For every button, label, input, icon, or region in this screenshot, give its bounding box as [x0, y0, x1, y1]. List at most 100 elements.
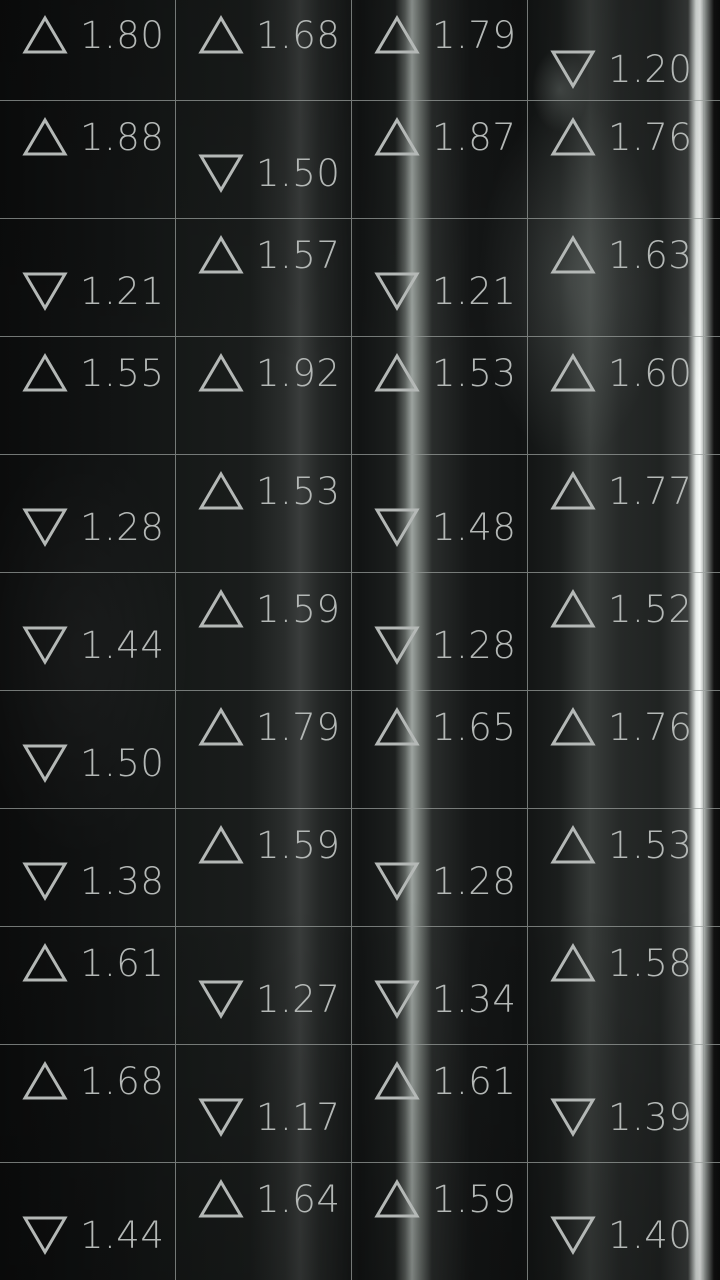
- tick-indicator: 1.20: [550, 49, 692, 89]
- tick-value: 1.61: [80, 941, 165, 985]
- tick-indicator: 1.65: [374, 707, 516, 747]
- tick-value: 1.92: [256, 351, 341, 395]
- triangle-down-icon: [22, 508, 68, 547]
- tick-indicator: 1.59: [198, 825, 340, 865]
- tick-indicator: 1.92: [198, 353, 340, 393]
- triangle-up-icon: [374, 353, 420, 392]
- triangle-down-icon: [374, 508, 420, 547]
- triangle-down-icon: [198, 980, 244, 1019]
- tick-value: 1.59: [256, 823, 341, 867]
- tick-indicator: 1.44: [22, 625, 164, 665]
- grid-cell: 1.76: [528, 101, 704, 219]
- tick-value: 1.57: [256, 233, 341, 277]
- grid-cell: 1.80: [0, 0, 176, 101]
- tick-value: 1.59: [256, 587, 341, 631]
- grid-cell: 1.61: [0, 927, 176, 1045]
- tick-value: 1.68: [80, 1059, 165, 1103]
- tick-value: 1.53: [432, 351, 517, 395]
- triangle-up-icon: [550, 117, 596, 156]
- grid-cell: 1.52: [528, 573, 704, 691]
- grid-cell: 1.53: [528, 809, 704, 927]
- triangle-down-icon: [22, 744, 68, 783]
- grid-edge-cell: [704, 691, 720, 809]
- triangle-up-icon: [22, 117, 68, 156]
- tick-value: 1.52: [608, 587, 693, 631]
- triangle-up-icon: [374, 117, 420, 156]
- triangle-up-icon: [198, 1179, 244, 1218]
- tick-indicator: 1.38: [22, 861, 164, 901]
- tick-value: 1.34: [432, 977, 517, 1021]
- tick-indicator: 1.28: [374, 861, 516, 901]
- triangle-down-icon: [550, 1216, 596, 1255]
- tick-indicator: 1.34: [374, 979, 516, 1019]
- tick-indicator: 1.59: [374, 1179, 516, 1219]
- triangle-down-icon: [198, 154, 244, 193]
- grid-edge-cell: [704, 809, 720, 927]
- tick-indicator: 1.48: [374, 507, 516, 547]
- triangle-up-icon: [198, 353, 244, 392]
- triangle-down-icon: [22, 272, 68, 311]
- grid-cell: 1.21: [0, 219, 176, 337]
- tick-indicator: 1.50: [198, 153, 340, 193]
- triangle-up-icon: [550, 825, 596, 864]
- tick-indicator: 1.28: [374, 625, 516, 665]
- triangle-up-icon: [22, 15, 68, 54]
- tick-indicator: 1.87: [374, 117, 516, 157]
- triangle-down-icon: [22, 862, 68, 901]
- tick-value: 1.28: [80, 505, 165, 549]
- tick-indicator: 1.59: [198, 589, 340, 629]
- triangle-up-icon: [374, 707, 420, 746]
- grid-cell: 1.87: [352, 101, 528, 219]
- grid-cell: 1.88: [0, 101, 176, 219]
- triangle-down-icon: [550, 50, 596, 89]
- triangle-down-icon: [22, 626, 68, 665]
- grid-cell: 1.76: [528, 691, 704, 809]
- tick-value: 1.44: [80, 1213, 165, 1257]
- tick-indicator: 1.79: [374, 15, 516, 55]
- tick-value: 1.39: [608, 1095, 693, 1139]
- grid-cell: 1.61: [352, 1045, 528, 1163]
- grid-cell: 1.58: [528, 927, 704, 1045]
- tick-indicator: 1.58: [550, 943, 692, 983]
- grid-cell: 1.28: [352, 573, 528, 691]
- grid-cell: 1.79: [176, 691, 352, 809]
- grid-cell: 1.68: [176, 0, 352, 101]
- grid-cell: 1.57: [176, 219, 352, 337]
- tick-indicator: 1.60: [550, 353, 692, 393]
- triangle-down-icon: [374, 862, 420, 901]
- tick-value: 1.20: [608, 47, 693, 91]
- tick-value: 1.40: [608, 1213, 693, 1257]
- tick-value: 1.27: [256, 977, 341, 1021]
- triangle-down-icon: [550, 1098, 596, 1137]
- tick-value: 1.68: [256, 13, 341, 57]
- tick-value: 1.58: [608, 941, 693, 985]
- grid-cell: 1.92: [176, 337, 352, 455]
- tick-indicator: 1.53: [198, 471, 340, 511]
- tick-value: 1.80: [80, 13, 165, 57]
- grid-cell: 1.65: [352, 691, 528, 809]
- tick-value: 1.50: [256, 151, 341, 195]
- tick-indicator: 1.21: [22, 271, 164, 311]
- grid-cell: 1.59: [176, 573, 352, 691]
- triangle-up-icon: [374, 15, 420, 54]
- grid-edge-cell: [704, 337, 720, 455]
- grid-cell: 1.39: [528, 1045, 704, 1163]
- grid-cell: 1.44: [0, 573, 176, 691]
- grid-cell: 1.53: [176, 455, 352, 573]
- tick-indicator: 1.61: [22, 943, 164, 983]
- tick-value: 1.50: [80, 741, 165, 785]
- tick-indicator: 1.27: [198, 979, 340, 1019]
- grid-cell: 1.68: [0, 1045, 176, 1163]
- grid-cell: 1.38: [0, 809, 176, 927]
- tick-value: 1.76: [608, 705, 693, 749]
- grid-cell: 1.64: [176, 1163, 352, 1280]
- grid-edge-cell: [704, 219, 720, 337]
- grid-cell: 1.53: [352, 337, 528, 455]
- triangle-up-icon: [22, 943, 68, 982]
- grid-cell: 1.34: [352, 927, 528, 1045]
- grid-edge-cell: [704, 1045, 720, 1163]
- grid-cell: 1.20: [528, 0, 704, 101]
- triangle-up-icon: [550, 707, 596, 746]
- tick-indicator: 1.64: [198, 1179, 340, 1219]
- triangle-up-icon: [550, 353, 596, 392]
